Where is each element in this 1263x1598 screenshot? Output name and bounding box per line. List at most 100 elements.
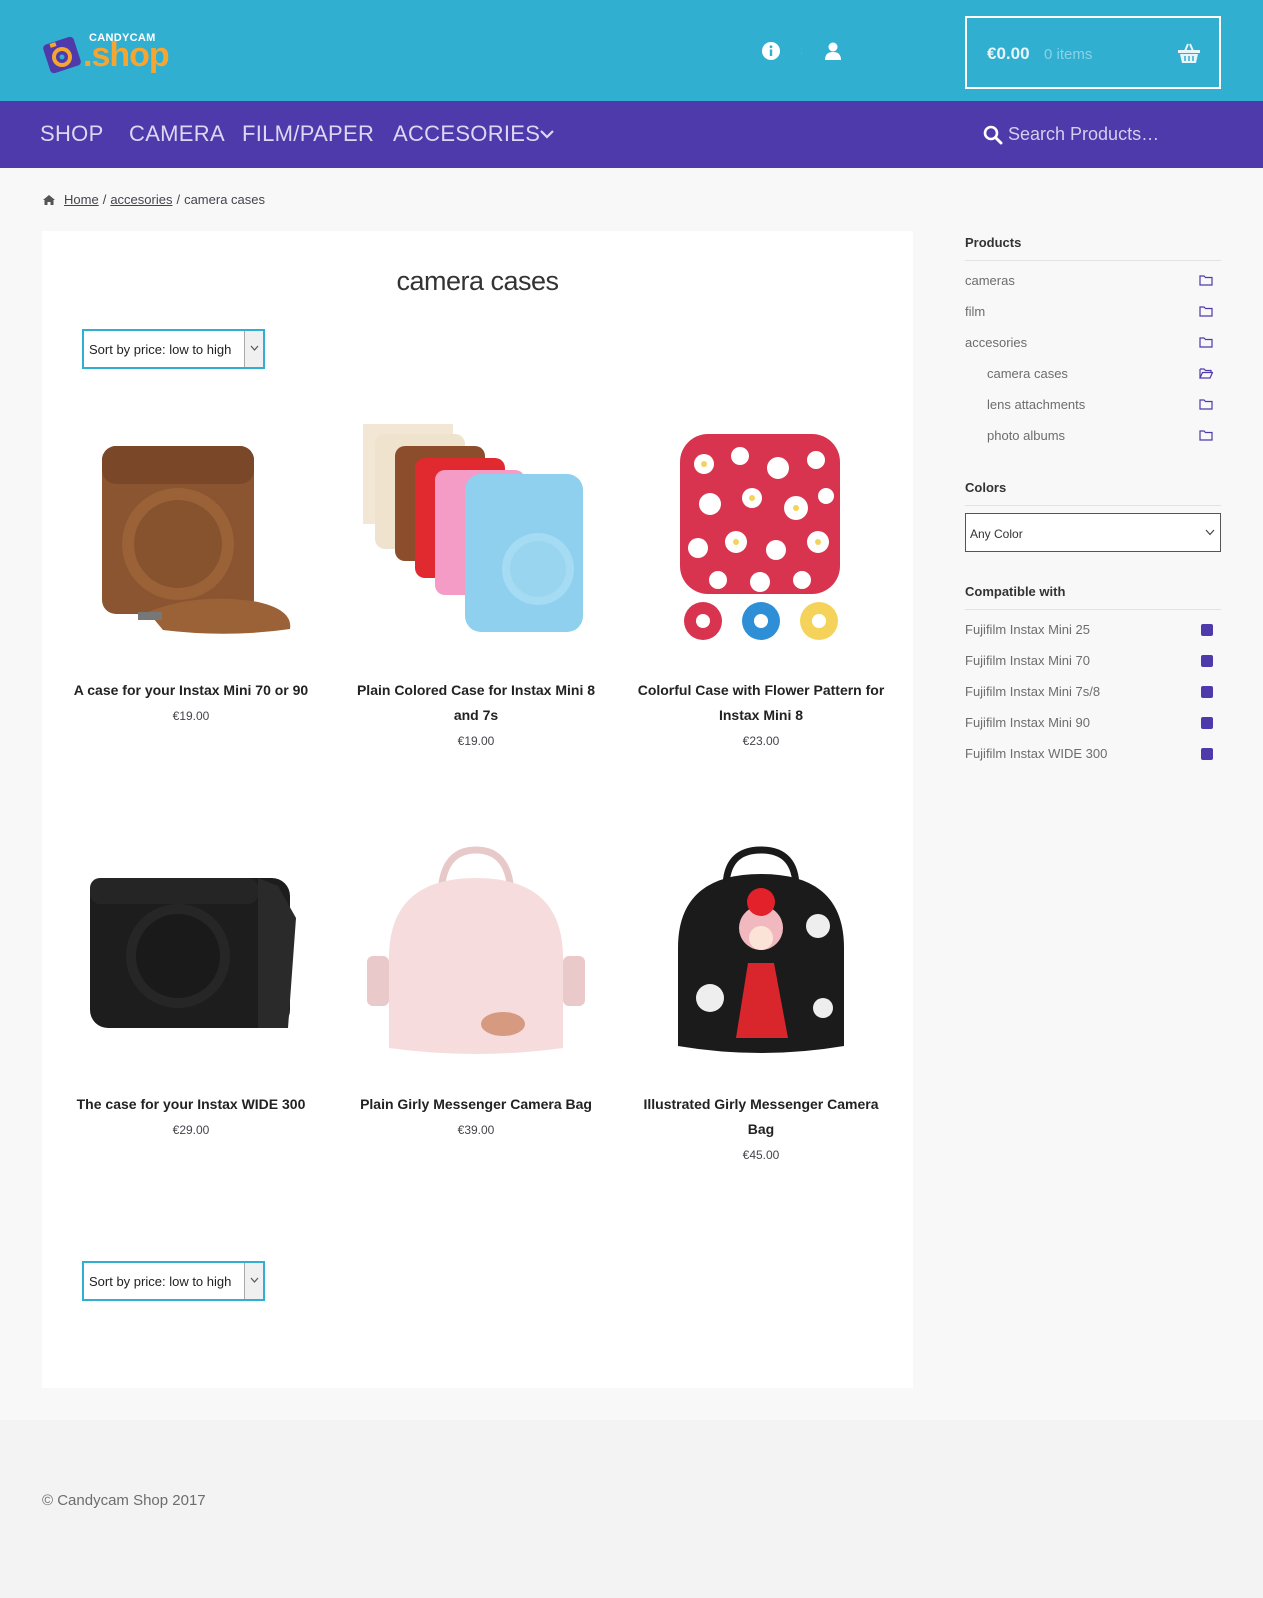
chevron-down-icon[interactable] (539, 126, 555, 142)
compatible-item-label: Fujifilm Instax Mini 25 (965, 622, 1090, 637)
breadcrumb-category[interactable]: accesories (110, 192, 172, 207)
product-price: €45.00 (742, 1148, 780, 1162)
sidebar-subcategory-lens-attachments[interactable]: lens attachments (987, 397, 1221, 412)
divider (965, 505, 1221, 506)
home-icon (43, 194, 55, 205)
divider (965, 260, 1221, 261)
nav-item-film-paper[interactable]: FILM/PAPER (242, 121, 374, 147)
search-input[interactable] (1008, 117, 1238, 151)
folder-icon[interactable] (1199, 429, 1213, 441)
product-price: €39.00 (457, 1123, 495, 1137)
sidebar-category-accesories[interactable]: accesories (965, 335, 1221, 350)
cart-widget[interactable]: €0.00 0 items (965, 16, 1221, 89)
product-image[interactable] (363, 838, 589, 1064)
folder-open-icon[interactable] (1199, 367, 1213, 379)
basket-icon (1178, 43, 1200, 63)
product-listing: camera cases Sort by price: low to high … (42, 231, 913, 1388)
site-header: CANDYCAM .shop : €0.00 0 items (0, 0, 1263, 101)
filter-swatch[interactable] (1201, 748, 1213, 760)
product-name[interactable]: Plain Colored Case for Instax Mini 8 and… (351, 678, 601, 728)
search-icon[interactable] (983, 125, 1003, 145)
chevron-down-icon (250, 1277, 259, 1283)
nav-item-camera[interactable]: CAMERA (129, 121, 225, 147)
product-name[interactable]: The case for your Instax WIDE 300 (66, 1092, 316, 1117)
divider (965, 609, 1221, 610)
filter-swatch[interactable] (1201, 655, 1213, 667)
folder-icon[interactable] (1199, 274, 1213, 286)
breadcrumb-current: camera cases (184, 192, 265, 207)
product-price: €29.00 (172, 1123, 210, 1137)
sidebar-item-label: cameras (965, 273, 1015, 288)
product-card[interactable]: Colorful Case with Flower Pattern for In… (636, 424, 886, 748)
product-price: €19.00 (457, 734, 495, 748)
product-name[interactable]: A case for your Instax Mini 70 or 90 (66, 678, 316, 703)
product-image[interactable] (78, 838, 304, 1064)
filter-swatch[interactable] (1201, 717, 1213, 729)
compatible-item-label: Fujifilm Instax Mini 70 (965, 653, 1090, 668)
product-image[interactable] (648, 838, 874, 1064)
folder-icon[interactable] (1199, 398, 1213, 410)
breadcrumb-separator: / (102, 192, 107, 207)
product-name[interactable]: Illustrated Girly Messenger Camera Bag (636, 1092, 886, 1142)
logo-text-big: .shop (83, 36, 170, 74)
camera-logo-icon (43, 36, 81, 74)
sidebar-subcategory-camera-cases[interactable]: camera cases (987, 366, 1221, 381)
compatible-item[interactable]: Fujifilm Instax Mini 7s/8 (965, 684, 1221, 699)
product-card[interactable]: Plain Girly Messenger Camera Bag €39.00 (351, 838, 601, 1137)
product-card[interactable]: A case for your Instax Mini 70 or 90 €19… (66, 424, 316, 723)
product-card[interactable]: The case for your Instax WIDE 300 €29.00 (66, 838, 316, 1137)
product-card[interactable]: Illustrated Girly Messenger Camera Bag €… (636, 838, 886, 1162)
product-image[interactable] (78, 424, 304, 650)
compatible-item-label: Fujifilm Instax Mini 90 (965, 715, 1090, 730)
info-icon[interactable] (761, 41, 781, 61)
sort-select-top[interactable]: Sort by price: low to high (82, 329, 265, 369)
folder-icon[interactable] (1199, 336, 1213, 348)
filter-swatch[interactable] (1201, 686, 1213, 698)
main-nav: SHOP CAMERA FILM/PAPER ACCESORIES (0, 101, 1263, 168)
sidebar-colors-heading: Colors (965, 480, 1007, 495)
sidebar-item-label: lens attachments (987, 397, 1086, 412)
sort-dropdown-button[interactable] (244, 1263, 263, 1299)
color-filter-select[interactable]: Any Color (965, 513, 1221, 552)
sidebar-compatible-heading: Compatible with (965, 584, 1066, 599)
compatible-item[interactable]: Fujifilm Instax Mini 90 (965, 715, 1221, 730)
user-icon[interactable] (823, 41, 843, 61)
copyright-text: © Candycam Shop 2017 (42, 1492, 206, 1509)
compatible-item[interactable]: Fujifilm Instax Mini 70 (965, 653, 1221, 668)
product-image[interactable] (648, 424, 874, 650)
filter-swatch[interactable] (1201, 624, 1213, 636)
breadcrumb-separator: / (176, 192, 181, 207)
compatible-item-label: Fujifilm Instax WIDE 300 (965, 746, 1108, 761)
compatible-item[interactable]: Fujifilm Instax WIDE 300 (965, 746, 1221, 761)
header-separator: : (800, 46, 803, 57)
product-card[interactable]: Plain Colored Case for Instax Mini 8 and… (351, 424, 601, 748)
folder-icon[interactable] (1199, 305, 1213, 317)
compatible-item[interactable]: Fujifilm Instax Mini 25 (965, 622, 1221, 637)
site-footer: © Candycam Shop 2017 (0, 1420, 1263, 1598)
nav-item-shop[interactable]: SHOP (40, 121, 104, 147)
cart-item-count: 0 items (1044, 46, 1093, 63)
site-logo[interactable]: CANDYCAM .shop (42, 28, 170, 78)
breadcrumb: Home / accesories / camera cases (42, 192, 265, 207)
chevron-down-icon (250, 345, 259, 351)
sidebar-category-cameras[interactable]: cameras (965, 273, 1221, 288)
product-name[interactable]: Plain Girly Messenger Camera Bag (351, 1092, 601, 1117)
cart-amount: €0.00 (987, 44, 1030, 63)
product-image[interactable] (363, 424, 589, 650)
compatible-item-label: Fujifilm Instax Mini 7s/8 (965, 684, 1101, 699)
product-price: €19.00 (172, 709, 210, 723)
page-title: camera cases (396, 266, 559, 296)
sidebar-subcategory-photo-albums[interactable]: photo albums (987, 428, 1221, 443)
sort-dropdown-button[interactable] (244, 331, 263, 367)
sidebar-item-label: accesories (965, 335, 1028, 350)
sidebar-category-film[interactable]: film (965, 304, 1221, 319)
product-name[interactable]: Colorful Case with Flower Pattern for In… (636, 678, 886, 728)
chevron-down-icon (1205, 529, 1215, 536)
breadcrumb-home[interactable]: Home (64, 192, 99, 207)
sidebar-products-heading: Products (965, 235, 1022, 250)
nav-item-accesories[interactable]: ACCESORIES (393, 121, 540, 147)
color-select-value: Any Color (970, 527, 1023, 541)
sort-select-label: Sort by price: low to high (89, 342, 232, 357)
sidebar-item-label: camera cases (987, 366, 1068, 381)
sort-select-bottom[interactable]: Sort by price: low to high (82, 1261, 265, 1301)
